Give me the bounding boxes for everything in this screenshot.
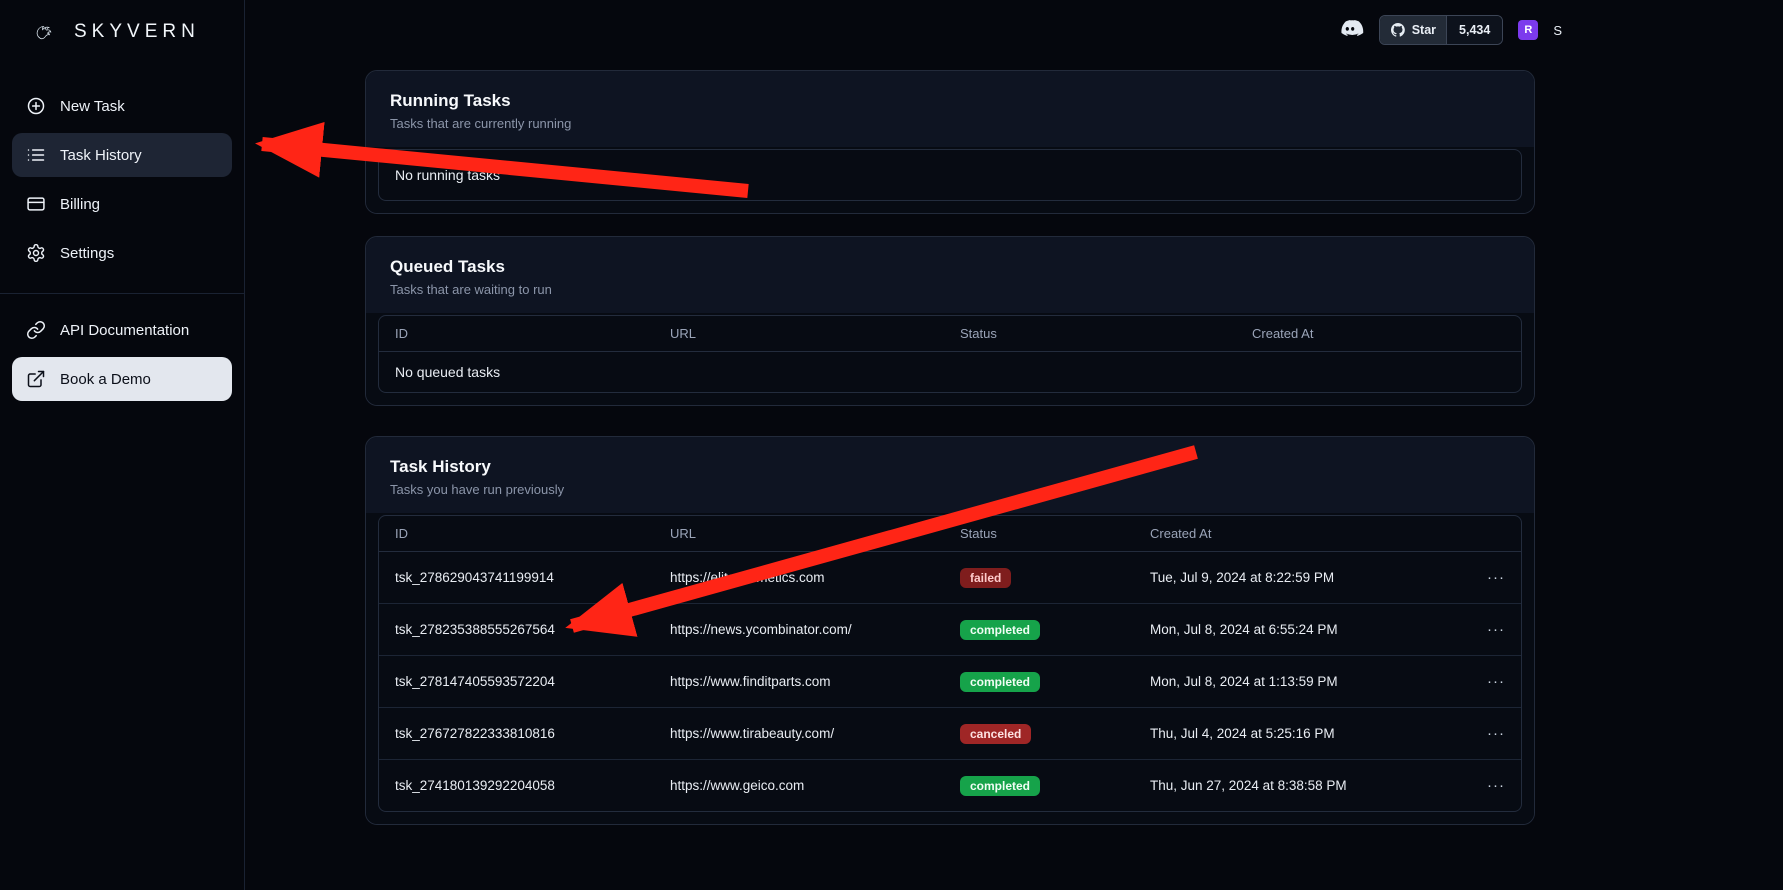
- sidebar-item-label: API Documentation: [60, 322, 189, 339]
- task-created-at: Thu, Jul 4, 2024 at 5:25:16 PM: [1134, 711, 1465, 756]
- task-created-at: Tue, Jul 9, 2024 at 8:22:59 PM: [1134, 555, 1465, 600]
- card-title: Queued Tasks: [390, 257, 1510, 277]
- task-url: https://elitecosmetics.com: [654, 555, 944, 600]
- card-title: Task History: [390, 457, 1510, 477]
- list-icon: [26, 145, 46, 165]
- sidebar-item-task-history[interactable]: Task History: [12, 133, 232, 177]
- status-badge: completed: [960, 776, 1040, 796]
- task-created-at: Mon, Jul 8, 2024 at 6:55:24 PM: [1134, 607, 1465, 652]
- gear-icon: [26, 243, 46, 263]
- sidebar-item-label: New Task: [60, 98, 125, 115]
- sidebar-item-api-documentation[interactable]: API Documentation: [12, 308, 232, 352]
- queued-tasks-table: ID URL Status Created At No queued tasks: [378, 315, 1522, 393]
- task-url: https://www.finditparts.com: [654, 659, 944, 704]
- task-url: https://www.geico.com: [654, 763, 944, 808]
- task-id: tsk_278629043741199914: [379, 555, 654, 600]
- sidebar-item-label: Task History: [60, 147, 142, 164]
- row-actions-button[interactable]: ···: [1481, 723, 1511, 744]
- github-star-label: Star: [1412, 23, 1436, 37]
- queued-tasks-card: Queued Tasks Tasks that are waiting to r…: [365, 236, 1535, 406]
- running-tasks-card: Running Tasks Tasks that are currently r…: [365, 70, 1535, 214]
- status-badge: failed: [960, 568, 1011, 588]
- task-created-at: Mon, Jul 8, 2024 at 1:13:59 PM: [1134, 659, 1465, 704]
- plus-circle-icon: [26, 96, 46, 116]
- task-id: tsk_276727822333810816: [379, 711, 654, 756]
- running-tasks-empty-state: No running tasks: [379, 150, 1521, 200]
- column-header-status: Status: [944, 516, 1134, 551]
- column-header-status: Status: [944, 316, 1236, 351]
- external-link-icon: [26, 369, 46, 389]
- sidebar-item-book-a-demo[interactable]: Book a Demo: [12, 357, 232, 401]
- column-header-url: URL: [654, 516, 944, 551]
- sidebar-item-new-task[interactable]: New Task: [12, 84, 232, 128]
- task-id: tsk_278235388555267564: [379, 607, 654, 652]
- sidebar-item-settings[interactable]: Settings: [12, 231, 232, 275]
- task-history-card: Task History Tasks you have run previous…: [365, 436, 1535, 825]
- sidebar-divider: [0, 293, 244, 294]
- sidebar-nav: New Task Task History Billing: [0, 84, 244, 401]
- table-row[interactable]: tsk_278147405593572204 https://www.findi…: [379, 656, 1521, 708]
- sidebar-item-label: Book a Demo: [60, 371, 151, 388]
- row-actions-button[interactable]: ···: [1481, 619, 1511, 640]
- brand-name: SKYVERN: [74, 21, 200, 43]
- user-avatar[interactable]: R: [1518, 20, 1538, 40]
- column-header-actions: [1465, 524, 1521, 544]
- row-actions-button[interactable]: ···: [1481, 671, 1511, 692]
- link-icon: [26, 320, 46, 340]
- task-url: https://www.tirabeauty.com/: [654, 711, 944, 756]
- column-header-url: URL: [654, 316, 944, 351]
- row-actions-button[interactable]: ···: [1481, 567, 1511, 588]
- task-id: tsk_274180139292204058: [379, 763, 654, 808]
- github-icon: [1390, 22, 1406, 38]
- card-subtitle: Tasks that are waiting to run: [390, 282, 1510, 297]
- task-created-at: Thu, Jun 27, 2024 at 8:38:58 PM: [1134, 763, 1465, 808]
- column-header-created-at: Created At: [1134, 516, 1465, 551]
- sidebar: SKYVERN New Task Task History: [0, 0, 245, 890]
- card-subtitle: Tasks you have run previously: [390, 482, 1510, 497]
- task-url: https://news.ycombinator.com/: [654, 607, 944, 652]
- table-row[interactable]: tsk_276727822333810816 https://www.tirab…: [379, 708, 1521, 760]
- topbar: Star 5,434 R S: [1336, 15, 1562, 45]
- column-header-created-at: Created At: [1236, 316, 1521, 351]
- queued-tasks-empty-state: No queued tasks: [379, 352, 1521, 392]
- task-history-table: ID URL Status Created At tsk_27862904374…: [378, 515, 1522, 812]
- discord-icon[interactable]: [1336, 19, 1364, 41]
- table-row[interactable]: tsk_278235388555267564 https://news.ycom…: [379, 604, 1521, 656]
- github-star-button[interactable]: Star 5,434: [1379, 15, 1504, 45]
- main-content: Running Tasks Tasks that are currently r…: [365, 70, 1535, 825]
- column-header-id: ID: [379, 516, 654, 551]
- skyvern-dragon-icon: [24, 12, 64, 52]
- status-badge: canceled: [960, 724, 1031, 744]
- row-actions-button[interactable]: ···: [1481, 775, 1511, 796]
- status-badge: completed: [960, 620, 1040, 640]
- task-id: tsk_278147405593572204: [379, 659, 654, 704]
- sidebar-item-label: Settings: [60, 245, 114, 262]
- table-row[interactable]: tsk_274180139292204058 https://www.geico…: [379, 760, 1521, 811]
- credit-card-icon: [26, 194, 46, 214]
- table-row[interactable]: tsk_278629043741199914 https://elitecosm…: [379, 552, 1521, 604]
- brand-logo[interactable]: SKYVERN: [0, 0, 244, 60]
- queued-tasks-header: Queued Tasks Tasks that are waiting to r…: [366, 237, 1534, 313]
- sidebar-item-billing[interactable]: Billing: [12, 182, 232, 226]
- column-header-id: ID: [379, 316, 654, 351]
- profile-name-partial[interactable]: S: [1553, 23, 1562, 38]
- status-badge: completed: [960, 672, 1040, 692]
- task-history-header: Task History Tasks you have run previous…: [366, 437, 1534, 513]
- card-subtitle: Tasks that are currently running: [390, 116, 1510, 131]
- github-star-count: 5,434: [1459, 23, 1490, 37]
- sidebar-item-label: Billing: [60, 196, 100, 213]
- card-title: Running Tasks: [390, 91, 1510, 111]
- running-tasks-header: Running Tasks Tasks that are currently r…: [366, 71, 1534, 147]
